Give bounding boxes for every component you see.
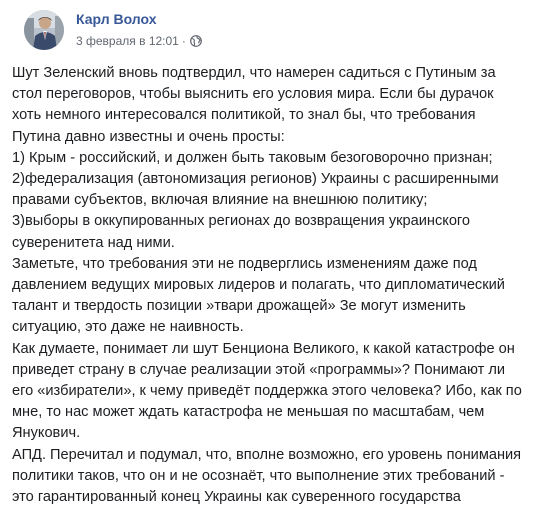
post-body: Шут Зеленский вновь подтвердил, что наме… — [12, 63, 552, 508]
post-text-line: талант и твердость позиции »твари дрожащ… — [12, 298, 466, 315]
post-text-line: суверенитета над ними. — [12, 234, 175, 251]
post-text-line: Заметьте, что требования эти не подвергл… — [12, 255, 477, 272]
post-text-line: АПД. Перечитал и подумал, что, вполне во… — [12, 446, 522, 463]
post-text-line: 1) Крым - российский, и должен быть тако… — [12, 149, 493, 166]
post-meta: 3 февраля в 12:01 · — [76, 34, 202, 48]
post-text-line: это гарантированный конец Украины как су… — [12, 489, 461, 506]
facebook-post: Карл Волох 3 февраля в 12:01 · Шут Зелен… — [0, 0, 559, 517]
author-name[interactable]: Карл Волох — [76, 11, 157, 27]
post-text-line: приведет страну в случае реализации этой… — [12, 361, 506, 378]
post-text-line: Янукович. — [12, 425, 81, 442]
post-text-line: мне, то нас может ждать катастрофа не ме… — [12, 404, 485, 421]
post-text-line: политики таков, что он и не осознаёт, чт… — [12, 467, 505, 484]
post-text-line: правами субъектов, включая влияние на вн… — [12, 192, 428, 209]
globe-icon[interactable] — [189, 35, 202, 47]
avatar-image — [24, 10, 64, 50]
post-text-line: его «избиратели», к чему приведёт поддер… — [12, 383, 522, 400]
post-text-line: Путина давно известны и очень просты: — [12, 128, 285, 145]
post-text-line: ситуацию, это даже не наивность. — [12, 319, 244, 336]
post-text-line: Шут Зеленский вновь подтвердил, что наме… — [12, 65, 496, 81]
post-text-line: хоть немного интересовался политикой, то… — [12, 107, 476, 124]
post-text-line: Как думаете, понимает ли шут Бенциона Ве… — [12, 340, 515, 357]
avatar[interactable] — [24, 10, 64, 50]
post-text-line: стол переговоров, чтобы выяснить его усл… — [12, 86, 494, 103]
post-header: Карл Волох 3 февраля в 12:01 · — [12, 0, 559, 60]
meta-separator: · — [181, 34, 186, 48]
post-text-line: 3)выборы в оккупированных регионах до во… — [12, 213, 471, 230]
post-text-line: давлением ведущих мировых лидеров и пола… — [12, 277, 505, 294]
post-text-line: 2)федерализация (автономизация регионов)… — [12, 171, 499, 188]
post-timestamp[interactable]: 3 февраля в 12:01 — [76, 34, 179, 48]
